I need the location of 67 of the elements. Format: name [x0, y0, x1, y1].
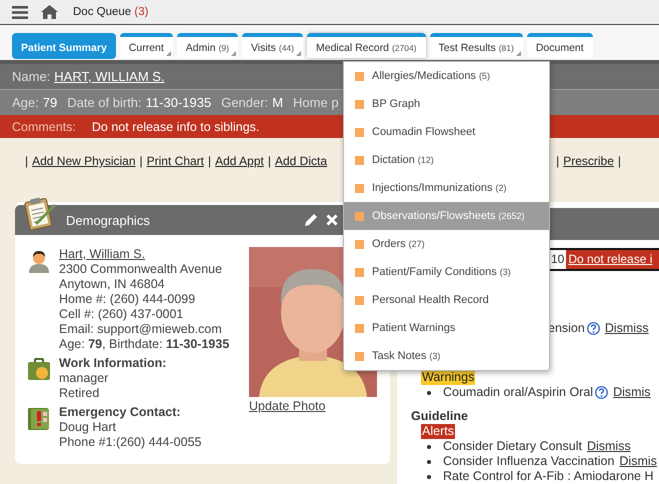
menu-item[interactable]: Orders (27)	[344, 230, 549, 258]
panel-title: Demographics	[66, 212, 151, 228]
contact-line: Cell #: (260) 437-0001	[59, 307, 184, 322]
info-value: 79	[42, 95, 58, 110]
info-label: Age:	[12, 95, 39, 110]
tab[interactable]: Document	[526, 33, 593, 58]
dismiss-link[interactable]: Dismis	[619, 454, 657, 469]
separator: |	[618, 154, 621, 170]
comment-link[interactable]: Do not release i	[566, 250, 659, 269]
dismiss-link[interactable]: Dismis	[613, 385, 651, 400]
info-value: M	[272, 95, 284, 110]
menu-item[interactable]: Personal Health Record	[344, 286, 549, 314]
info-value: 11-30-1935	[146, 95, 212, 110]
separator: |	[556, 154, 560, 170]
tab[interactable]: Test Results (81)	[430, 33, 523, 58]
tab[interactable]: Admin (9)	[176, 33, 238, 58]
tab[interactable]: Medical Record (2704)	[306, 33, 426, 58]
comments-label: Comments:	[12, 120, 76, 134]
section-line: Retired	[59, 386, 100, 401]
contact-line: 2300 Commonwealth Avenue	[59, 262, 224, 277]
contact-line: Age: 79, Birthdate: 11-30-1935	[59, 337, 230, 352]
info-label: Date of birth:	[67, 95, 142, 110]
action-link[interactable]: Add Appt	[215, 154, 264, 188]
section-heading: Guideline	[411, 409, 469, 424]
contact-line: Anytown, IN 46804	[59, 277, 166, 292]
action-link[interactable]: Print Chart	[146, 154, 204, 188]
menu-item[interactable]: Task Notes (3)	[344, 342, 549, 370]
alert-text: Rate Control for A-Fib : Amiodarone H	[443, 469, 654, 484]
patient-name-link[interactable]: HART, WILLIAM S.	[54, 69, 165, 84]
contact-line: Home #: (260) 444-0099	[59, 292, 196, 307]
section-line: Phone #1:(260) 444-0055	[59, 435, 202, 450]
section-line: Doug Hart	[59, 420, 117, 435]
separator: |	[140, 154, 143, 170]
info-label: Gender:	[221, 95, 268, 110]
section-title: Emergency Contact:	[59, 405, 182, 420]
action-link[interactable]: Add New Physician	[32, 154, 136, 188]
menu-item[interactable]: Patient Warnings	[344, 314, 549, 342]
action-link[interactable]: Add Dicta	[274, 154, 327, 188]
dismiss-link[interactable]: Dismiss	[586, 439, 631, 454]
dismiss-link[interactable]: Dismiss	[604, 321, 649, 336]
action-link[interactable]: Prescribe	[563, 154, 614, 188]
separator: |	[25, 154, 28, 170]
alert-text: Coumadin oral/Aspirin Oral	[443, 385, 594, 400]
alert-text: Consider Influenza Vaccination	[443, 454, 614, 469]
contact-line: Email: support@mieweb.com	[59, 322, 223, 337]
section-line: manager	[59, 371, 110, 386]
alert-text: Consider Dietary Consult	[443, 439, 582, 454]
menu-item[interactable]: BP Graph	[344, 90, 549, 118]
separator: |	[268, 154, 271, 170]
update-photo-link[interactable]: Update Photo	[249, 399, 381, 414]
category-tag: Alerts	[421, 424, 455, 439]
info-label: Home p	[293, 95, 339, 110]
menu-item[interactable]: Injections/Immunizations (2)	[344, 174, 549, 202]
tab[interactable]: Current	[120, 33, 173, 58]
category-tag: Warnings	[421, 370, 476, 385]
menu-item[interactable]: Coumadin Flowsheet	[344, 118, 549, 146]
menu-item[interactable]: Dictation (12)	[344, 146, 549, 174]
tab[interactable]: Visits (44)	[242, 33, 303, 58]
name-label: Name:	[12, 69, 50, 84]
comments-text: Do not release info to siblings.	[92, 120, 260, 134]
patient-name-link[interactable]: Hart, William S.	[59, 247, 230, 262]
separator: |	[208, 154, 212, 170]
menu-item[interactable]: Patient/Family Conditions (3)	[344, 258, 549, 286]
doc-queue-link[interactable]: Doc Queue (3)	[73, 6, 148, 18]
section-title: Work Information:	[59, 356, 166, 371]
comment-date: 10	[550, 250, 566, 269]
menu-item[interactable]: Allergies/Medications (5)	[344, 62, 549, 90]
